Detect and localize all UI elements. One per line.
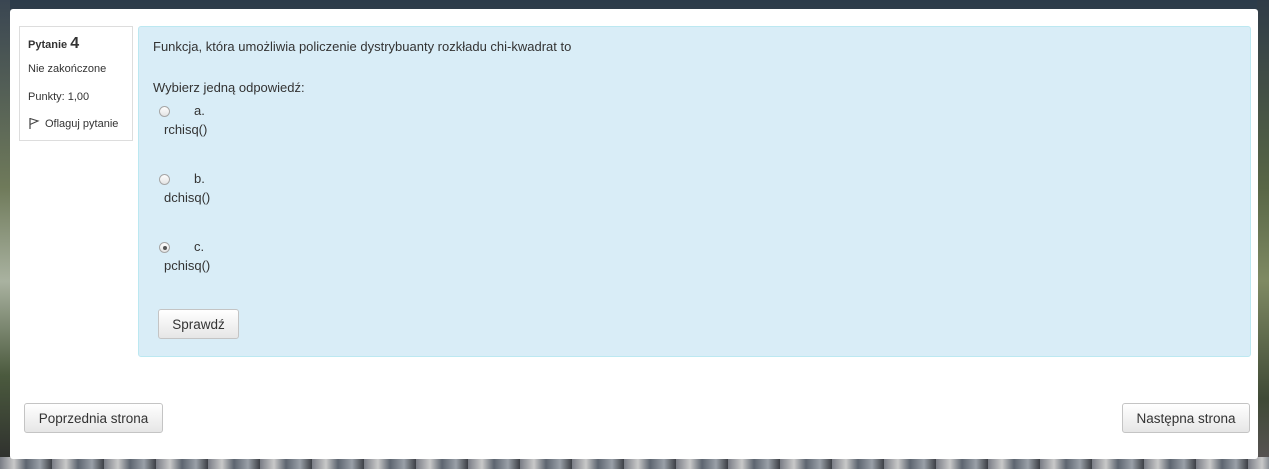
question-number-value: 4 xyxy=(70,35,80,52)
flag-icon xyxy=(29,117,40,129)
question-state: Nie zakończone xyxy=(28,63,107,75)
question-number: Pytanie 4 xyxy=(28,35,79,53)
answer-radio-a[interactable] xyxy=(159,106,170,117)
answer-letter-c: c. xyxy=(194,239,205,254)
answer-text-b: dchisq() xyxy=(164,190,211,205)
answer-letter-a: a. xyxy=(194,103,205,118)
question-info-box: Pytanie 4 Nie zakończone Punkty: 1,00 Of… xyxy=(19,26,133,141)
flag-question-link[interactable]: Oflaguj pytanie xyxy=(28,117,118,130)
background-photo-left xyxy=(0,0,10,469)
question-text: Funkcja, która umożliwia policzenie dyst… xyxy=(153,39,572,54)
quiz-page-panel: Pytanie 4 Nie zakończone Punkty: 1,00 Of… xyxy=(10,9,1258,459)
question-content: Funkcja, która umożliwia policzenie dyst… xyxy=(138,26,1251,357)
background-photo-right xyxy=(1257,0,1269,469)
answer-text-c: pchisq() xyxy=(164,258,211,273)
answer-text-a: rchisq() xyxy=(164,122,208,137)
answer-letter-b: b. xyxy=(194,171,205,186)
next-page-button[interactable]: Następna strona xyxy=(1122,403,1250,433)
question-grade: Punkty: 1,00 xyxy=(28,91,90,103)
flag-question-label: Oflaguj pytanie xyxy=(45,117,119,130)
previous-page-button[interactable]: Poprzednia strona xyxy=(24,403,163,433)
answer-radio-c[interactable] xyxy=(159,242,170,253)
question-label: Pytanie xyxy=(28,39,68,51)
check-button[interactable]: Sprawdź xyxy=(158,309,239,339)
answer-prompt: Wybierz jedną odpowiedź: xyxy=(153,80,305,95)
answer-radio-b[interactable] xyxy=(159,174,170,185)
